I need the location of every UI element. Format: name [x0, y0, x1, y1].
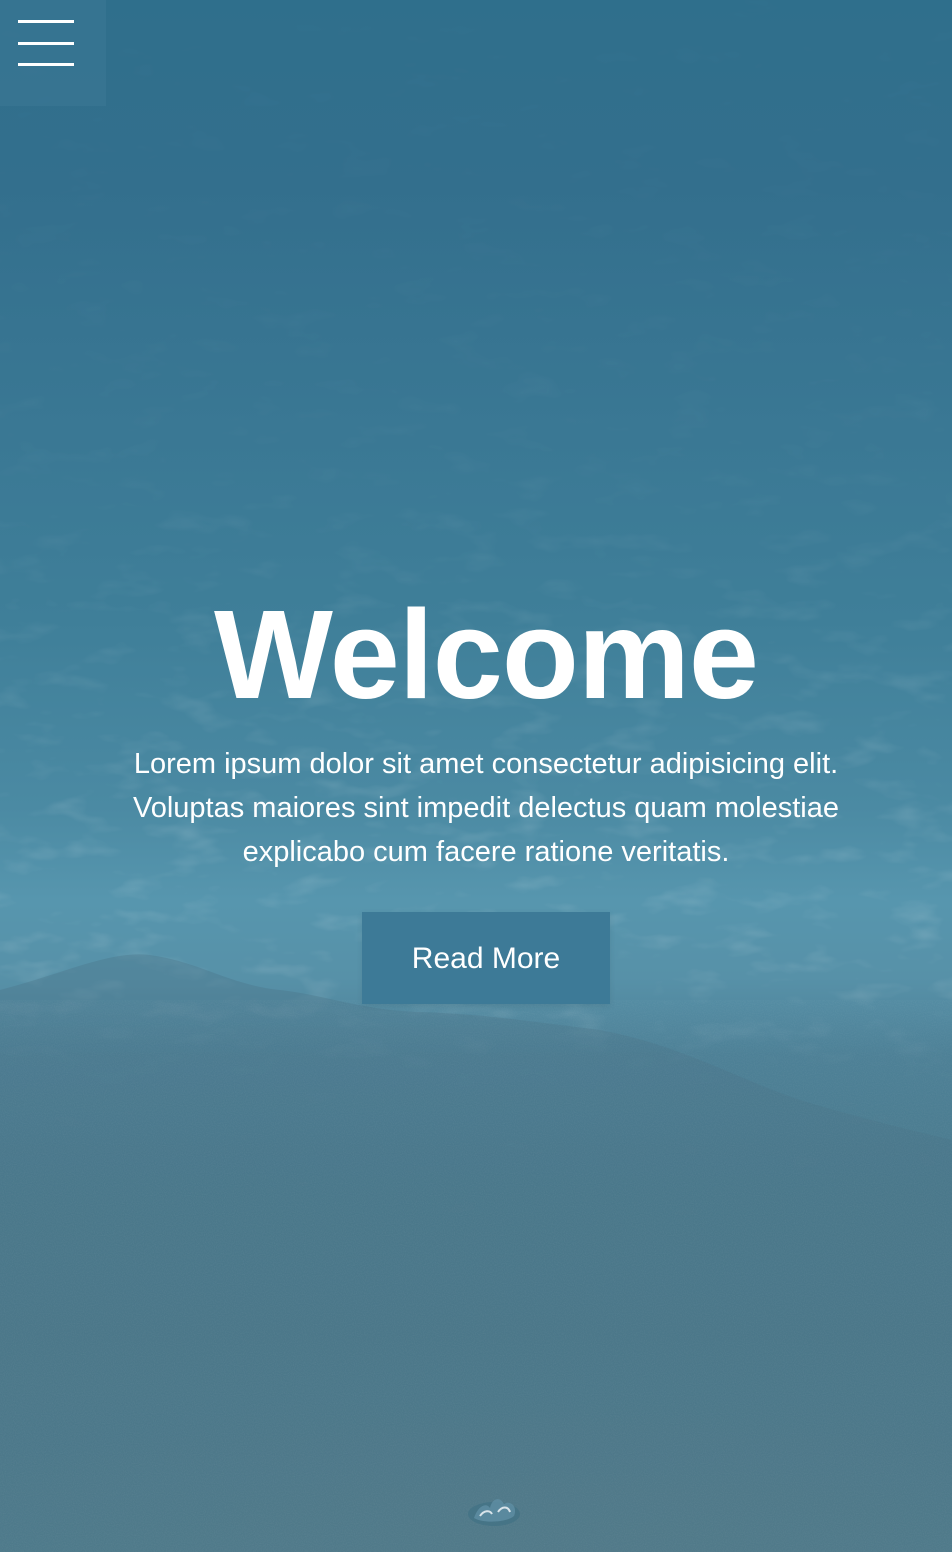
read-more-button[interactable]: Read More [362, 912, 610, 1004]
hero-description: Lorem ipsum dolor sit amet consectetur a… [132, 748, 840, 868]
hero-content: Welcome Lorem ipsum dolor sit amet conse… [0, 580, 952, 1004]
hamburger-menu-icon [18, 20, 74, 23]
hero-background: Welcome Lorem ipsum dolor sit amet conse… [0, 0, 952, 1552]
hamburger-menu-icon-bar [18, 63, 74, 66]
hamburger-menu-icon-bar [18, 42, 74, 45]
menu-button[interactable] [0, 0, 106, 106]
page-title: Welcome [214, 584, 759, 725]
beach-items-image [468, 1499, 520, 1526]
